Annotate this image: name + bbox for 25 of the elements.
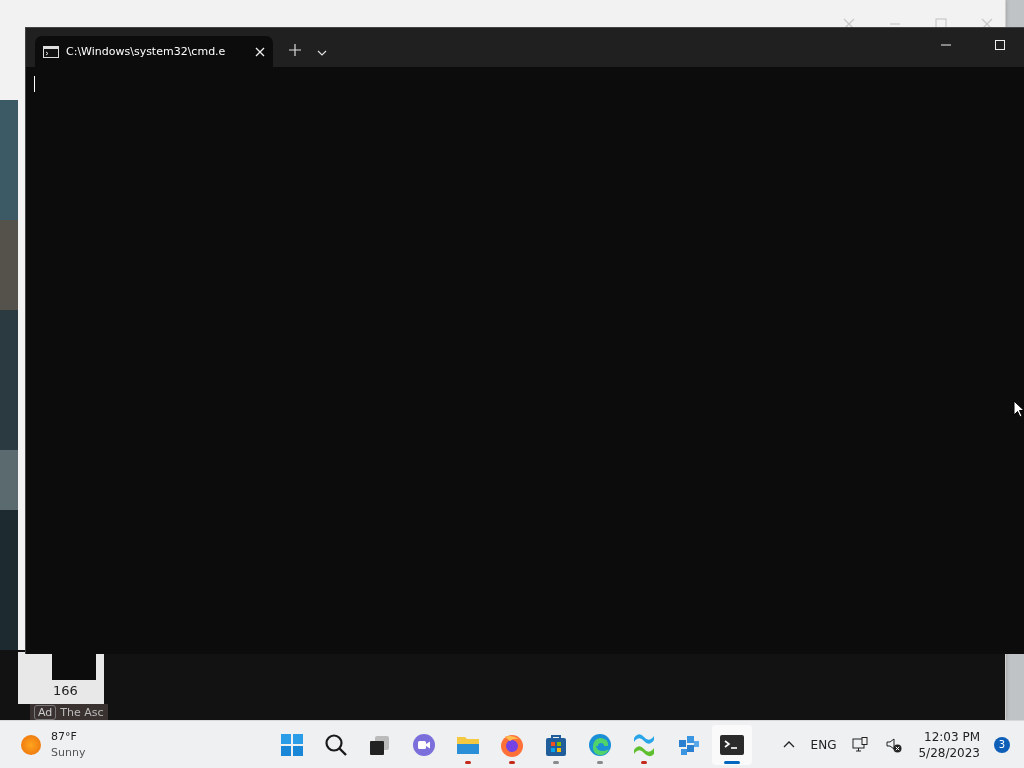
search-icon (323, 731, 349, 758)
console-icon (43, 45, 59, 58)
clock-time: 12:03 PM (924, 728, 980, 745)
network-icon[interactable] (852, 736, 869, 753)
temperature: 87°F (51, 728, 78, 745)
chevron-down-icon[interactable] (317, 50, 327, 56)
clock[interactable]: 12:03 PM 5/28/2023 (918, 728, 980, 761)
video-chat-icon (411, 731, 437, 758)
speaker-muted-icon[interactable] (886, 736, 903, 753)
card-text: 166 (53, 683, 78, 698)
language-indicator[interactable]: ENG (810, 737, 837, 752)
taskbar-app-button[interactable] (712, 724, 752, 765)
plus-icon[interactable] (289, 44, 301, 56)
chevron-up-icon[interactable] (782, 741, 795, 748)
weather-widget[interactable]: 87°F Sunny (21, 728, 221, 761)
wave-browser-icon (587, 731, 613, 758)
sun-icon (21, 734, 41, 755)
clock-date: 5/28/2023 (918, 744, 980, 761)
ad-text: The Asc (60, 706, 104, 719)
tab-title: C:\Windows\system32\cmd.e (66, 45, 227, 58)
windows-logo-icon (279, 731, 305, 758)
notification-badge[interactable]: 3 (994, 736, 1010, 753)
weather-condition: Sunny (51, 744, 86, 761)
terminal-tab[interactable]: C:\Windows\system32\cmd.e (35, 36, 273, 67)
waves-icon (631, 731, 657, 758)
